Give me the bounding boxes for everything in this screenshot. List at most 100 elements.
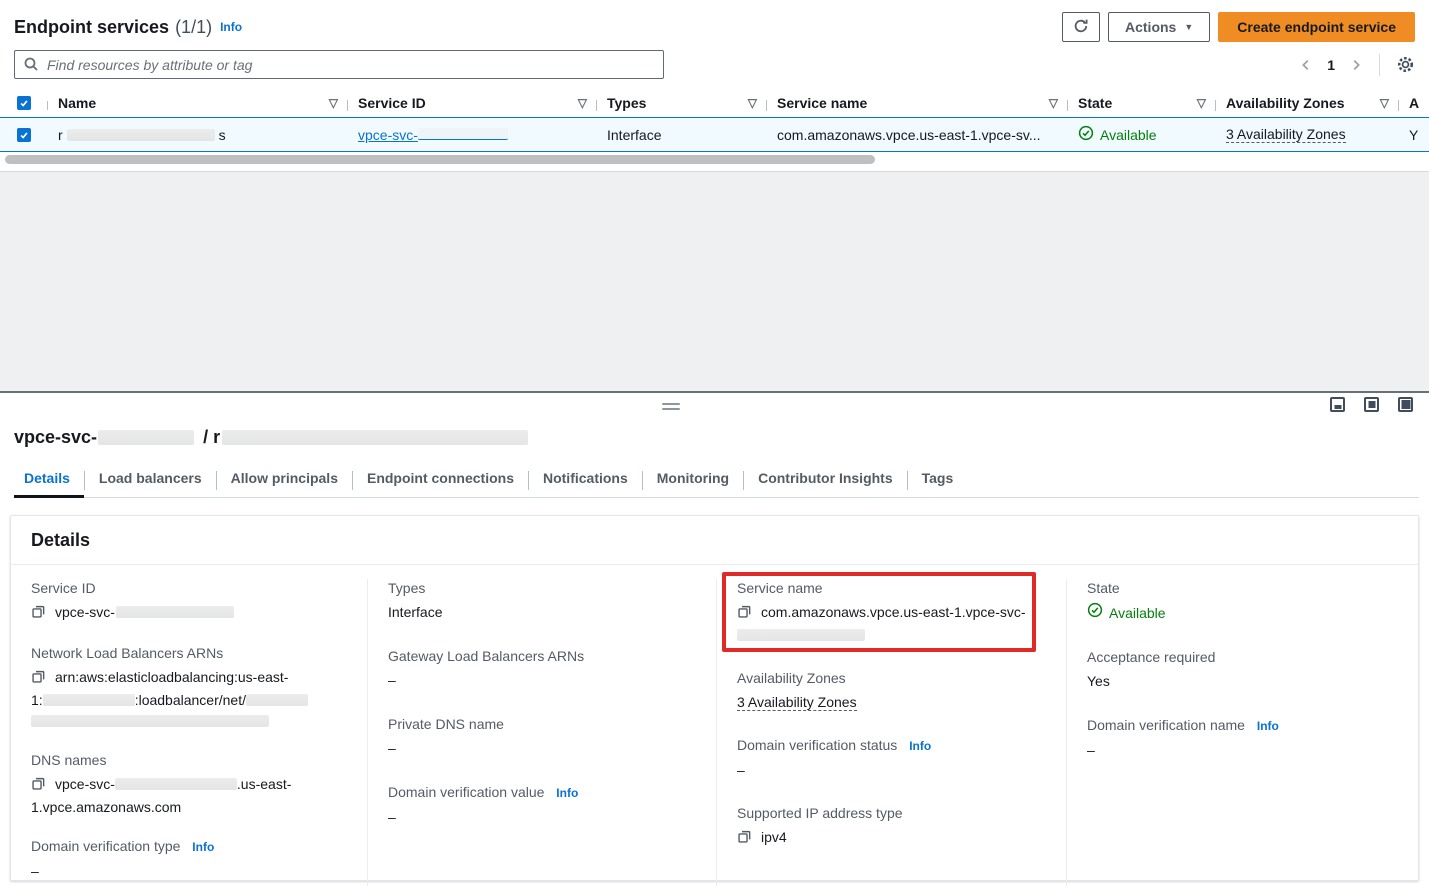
types-text: Interface bbox=[607, 127, 661, 143]
info-link[interactable]: Info bbox=[220, 20, 242, 34]
details-card-body: Service ID vpce-svc- Network Load Balanc… bbox=[11, 565, 1418, 886]
availability-zones-popover-link[interactable]: 3 Availability Zones bbox=[737, 694, 857, 711]
sort-icon[interactable]: ▽ bbox=[570, 96, 587, 110]
panel-title: vpce-svc- / r bbox=[14, 427, 1419, 448]
copy-icon[interactable] bbox=[31, 776, 46, 797]
panel-drag-handle-icon[interactable] bbox=[662, 403, 680, 413]
redacted-text bbox=[737, 629, 865, 641]
pagination: 1 bbox=[1299, 54, 1415, 76]
field-domain-verification-type: Domain verification type Info – bbox=[31, 837, 345, 882]
sort-icon[interactable]: ▽ bbox=[1041, 96, 1058, 110]
status-available-icon bbox=[1087, 602, 1103, 624]
field-domain-verification-name: Domain verification name Info – bbox=[1087, 716, 1396, 761]
tab-load-balancers[interactable]: Load balancers bbox=[85, 464, 216, 497]
tab-monitoring[interactable]: Monitoring bbox=[643, 464, 743, 497]
redacted-text bbox=[67, 129, 215, 141]
field-value-text: com.amazonaws.vpce.us-east-1.vpce-svc- bbox=[761, 604, 1026, 620]
field-value-text: 1.vpce.amazonaws.com bbox=[31, 799, 181, 815]
column-header-acceptance[interactable]: A bbox=[1399, 95, 1429, 111]
endpoint-services-table-card: Endpoint services (1/1) Info Actions ▼ C… bbox=[0, 0, 1429, 172]
details-card: Details Service ID vpce-svc- Network Loa… bbox=[10, 515, 1419, 881]
page-number[interactable]: 1 bbox=[1323, 57, 1339, 73]
column-header-name[interactable]: Name ▽ bbox=[48, 95, 348, 111]
column-label: Availability Zones bbox=[1226, 95, 1345, 111]
column-label: A bbox=[1409, 95, 1419, 111]
column-header-types[interactable]: Types ▽ bbox=[597, 95, 767, 111]
info-link[interactable]: Info bbox=[909, 739, 931, 753]
column-header-service-id[interactable]: Service ID ▽ bbox=[348, 95, 597, 111]
name-text: r bbox=[58, 127, 63, 143]
field-value-text: Yes bbox=[1087, 671, 1396, 692]
row-availability-zones-cell: 3 Availability Zones bbox=[1216, 126, 1399, 143]
column-header-service-name[interactable]: Service name ▽ bbox=[767, 95, 1068, 111]
header-actions: Actions ▼ Create endpoint service bbox=[1062, 12, 1415, 42]
field-glb-arns: Gateway Load Balancers ARNs – bbox=[388, 647, 694, 691]
create-endpoint-service-button[interactable]: Create endpoint service bbox=[1218, 12, 1415, 42]
service-name-text: com.amazonaws.vpce.us-east-1.vpce-sv... bbox=[777, 127, 1041, 143]
horizontal-scrollbar bbox=[5, 155, 1429, 164]
copy-icon[interactable] bbox=[31, 669, 46, 690]
service-id-link[interactable]: vpce-svc- bbox=[358, 127, 508, 143]
panel-size-small-icon[interactable] bbox=[1330, 397, 1345, 412]
redacted-text bbox=[98, 430, 194, 445]
redacted-text bbox=[115, 778, 237, 790]
field-value-text: arn:aws:elasticloadbalancing:us-east- bbox=[55, 669, 288, 685]
tab-endpoint-connections[interactable]: Endpoint connections bbox=[353, 464, 528, 497]
scrollbar-thumb[interactable] bbox=[5, 155, 875, 164]
tab-details[interactable]: Details bbox=[14, 464, 84, 497]
search-icon bbox=[23, 56, 39, 75]
split-panel-controls bbox=[10, 393, 1419, 421]
checkbox-checked-icon[interactable] bbox=[17, 96, 31, 110]
tab-contributor-insights[interactable]: Contributor Insights bbox=[744, 464, 907, 497]
page-background bbox=[0, 172, 1429, 391]
field-label: Service name bbox=[737, 579, 1044, 597]
tab-allow-principals[interactable]: Allow principals bbox=[217, 464, 352, 497]
search-input[interactable] bbox=[14, 50, 664, 79]
actions-button[interactable]: Actions ▼ bbox=[1108, 12, 1210, 42]
field-value-text: Interface bbox=[388, 602, 694, 623]
panel-title-separator: / bbox=[203, 427, 208, 447]
sort-icon[interactable]: ▽ bbox=[740, 96, 757, 110]
acceptance-text: Y bbox=[1409, 127, 1418, 143]
field-value-text: ipv4 bbox=[761, 829, 787, 845]
next-page-icon[interactable] bbox=[1349, 57, 1363, 73]
redacted-text bbox=[43, 694, 135, 706]
info-link[interactable]: Info bbox=[556, 786, 578, 800]
field-supported-ip-address-type: Supported IP address type ipv4 bbox=[737, 804, 1044, 850]
refresh-button[interactable] bbox=[1062, 12, 1100, 42]
field-label: Gateway Load Balancers ARNs bbox=[388, 647, 694, 665]
field-label: DNS names bbox=[31, 751, 345, 769]
sort-icon[interactable]: ▽ bbox=[1372, 96, 1389, 110]
state-text: Available bbox=[1100, 127, 1157, 143]
availability-zones-popover-link[interactable]: 3 Availability Zones bbox=[1226, 126, 1346, 143]
panel-size-medium-icon[interactable] bbox=[1364, 397, 1379, 412]
field-label: Service ID bbox=[31, 579, 345, 597]
sort-icon[interactable]: ▽ bbox=[1189, 96, 1206, 110]
select-all-checkbox[interactable] bbox=[0, 96, 48, 110]
status-available-icon bbox=[1078, 125, 1094, 144]
tab-tags[interactable]: Tags bbox=[908, 464, 968, 497]
copy-icon[interactable] bbox=[737, 604, 752, 625]
column-header-availability-zones[interactable]: Availability Zones ▽ bbox=[1216, 95, 1399, 111]
preferences-gear-icon[interactable] bbox=[1396, 55, 1415, 74]
panel-tabs: Details Load balancers Allow principals … bbox=[14, 464, 1419, 498]
column-header-state[interactable]: State ▽ bbox=[1068, 95, 1216, 111]
tab-notifications[interactable]: Notifications bbox=[529, 464, 642, 497]
sort-icon[interactable]: ▽ bbox=[321, 96, 338, 110]
field-availability-zones: Availability Zones 3 Availability Zones bbox=[737, 669, 1044, 713]
row-service-name-cell: com.amazonaws.vpce.us-east-1.vpce-sv... bbox=[767, 127, 1068, 143]
panel-size-large-icon[interactable] bbox=[1398, 397, 1413, 412]
field-value-text: :loadbalancer/net/ bbox=[135, 692, 246, 708]
copy-icon[interactable] bbox=[737, 829, 752, 850]
row-name-cell: r s bbox=[48, 127, 348, 143]
previous-page-icon[interactable] bbox=[1299, 57, 1313, 73]
column-label: Name bbox=[58, 95, 96, 111]
copy-icon[interactable] bbox=[31, 604, 46, 625]
info-link[interactable]: Info bbox=[192, 840, 214, 854]
checkbox-checked-icon[interactable] bbox=[17, 128, 31, 142]
field-value-text: 1: bbox=[31, 692, 43, 708]
table-row[interactable]: r s vpce-svc- Interface com.amazonaws.vp… bbox=[0, 117, 1429, 152]
info-link[interactable]: Info bbox=[1257, 719, 1279, 733]
field-value-text: – bbox=[388, 807, 694, 828]
field-value-text: – bbox=[31, 861, 345, 882]
